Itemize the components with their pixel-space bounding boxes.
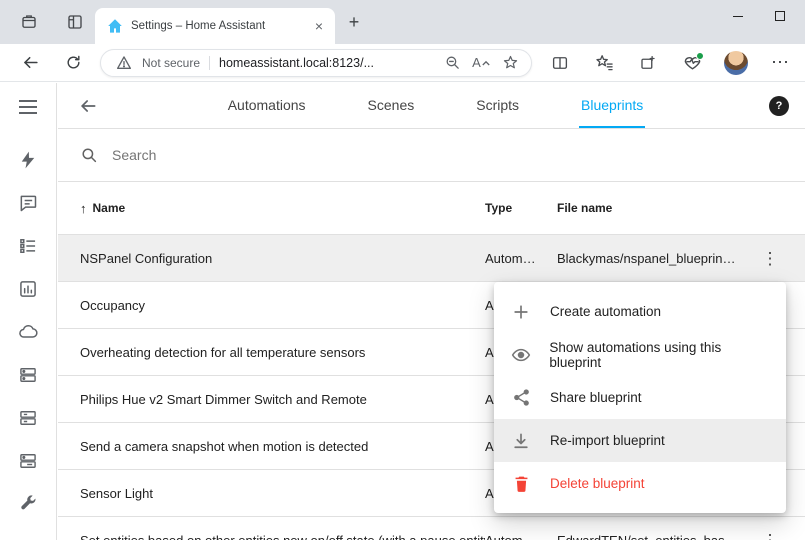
server-rack-icon-1[interactable] (16, 363, 40, 387)
home-assistant-page: Automations Scenes Scripts Blueprints ? … (0, 83, 805, 540)
tab-close-icon[interactable]: × (313, 18, 325, 34)
assist-icon[interactable] (16, 191, 40, 215)
history-chart-icon[interactable] (16, 277, 40, 301)
ha-tab-bar: Automations Scenes Scripts Blueprints (102, 83, 769, 128)
row-name: Philips Hue v2 Smart Dimmer Switch and R… (58, 392, 485, 407)
back-button[interactable] (14, 48, 46, 78)
menu-item-label: Share blueprint (550, 390, 642, 405)
cloud-icon[interactable] (16, 320, 40, 344)
favorites-icon[interactable] (582, 47, 626, 79)
sort-ascending-icon: ↑ (80, 201, 87, 216)
add-favorite-star-icon[interactable] (499, 52, 521, 74)
eye-icon (510, 344, 531, 366)
search-icon (80, 146, 98, 164)
profile-avatar[interactable] (714, 47, 758, 79)
navbar-right-icons: ⋯ (538, 47, 802, 79)
share-icon (510, 387, 532, 409)
plus-icon (510, 301, 532, 323)
row-name: Send a camera snapshot when motion is de… (58, 439, 485, 454)
row-file: Blackymas/nspanel_blueprin… (557, 251, 737, 266)
tab-automations[interactable]: Automations (226, 83, 308, 128)
menu-item-reimport-blueprint[interactable]: Re-import blueprint (494, 419, 786, 462)
blueprint-context-menu: Create automation Show automations using… (494, 282, 786, 513)
menu-item-label: Create automation (550, 304, 661, 319)
row-name: Set entities based on other entities new… (58, 533, 485, 540)
tab-scripts[interactable]: Scripts (474, 83, 521, 128)
browser-window: Settings – Home Assistant × + (0, 0, 805, 540)
split-screen-icon[interactable] (538, 47, 582, 79)
todo-list-icon[interactable] (16, 234, 40, 258)
row-overflow-menu-icon[interactable]: ⋮ (762, 532, 779, 540)
row-name: NSPanel Configuration (58, 251, 485, 266)
home-assistant-favicon (107, 18, 123, 34)
address-bar[interactable]: Not secure homeassistant.local:8123/... … (100, 49, 532, 77)
column-header-name[interactable]: ↑ Name (58, 201, 485, 216)
vertical-tabs-icon[interactable] (60, 7, 90, 37)
help-icon[interactable]: ? (769, 96, 789, 116)
workspaces-icon[interactable] (14, 7, 44, 37)
window-controls (717, 0, 801, 32)
browser-settings-menu-icon[interactable]: ⋯ (758, 47, 802, 79)
menu-item-label: Show automations using this blueprint (549, 340, 770, 370)
maximize-button[interactable] (759, 0, 801, 32)
menu-item-label: Delete blueprint (550, 476, 645, 491)
row-name: Occupancy (58, 298, 485, 313)
menu-item-label: Re-import blueprint (550, 433, 665, 448)
column-header-type[interactable]: Type (485, 201, 557, 215)
browser-navbar: Not secure homeassistant.local:8123/... … (0, 44, 805, 82)
table-header: ↑ Name Type File name (58, 182, 805, 235)
search-bar[interactable]: Search (58, 129, 805, 182)
read-aloud-icon[interactable]: A (470, 52, 492, 74)
tools-wrench-icon[interactable] (16, 492, 40, 516)
tab-title: Settings – Home Assistant (131, 20, 305, 32)
zoom-out-icon[interactable] (441, 52, 463, 74)
not-secure-warning-icon[interactable] (113, 52, 135, 74)
new-tab-button[interactable]: + (342, 10, 366, 34)
menu-item-share-blueprint[interactable]: Share blueprint (494, 376, 786, 419)
menu-item-create-automation[interactable]: Create automation (494, 290, 786, 333)
refresh-button[interactable] (57, 48, 89, 78)
trash-icon (510, 473, 532, 495)
essentials-green-badge (696, 52, 704, 60)
ha-appbar: Automations Scenes Scripts Blueprints ? (58, 83, 805, 129)
security-label[interactable]: Not secure (142, 56, 200, 70)
tab-blueprints[interactable]: Blueprints (579, 83, 645, 128)
address-divider (209, 56, 210, 70)
server-rack-icon-2[interactable] (16, 406, 40, 430)
row-file: EdwardTEN/set_entities_bas… (557, 533, 737, 540)
menu-item-delete-blueprint[interactable]: Delete blueprint (494, 462, 786, 505)
search-placeholder: Search (112, 147, 156, 163)
browser-essentials-icon[interactable] (670, 47, 714, 79)
ha-sidebar (0, 83, 57, 540)
table-row[interactable]: Set entities based on other entities new… (58, 517, 805, 540)
row-type: Autom… (485, 251, 557, 266)
ha-back-arrow-icon[interactable] (74, 92, 102, 120)
row-name: Overheating detection for all temperatur… (58, 345, 485, 360)
tab-scenes[interactable]: Scenes (366, 83, 417, 128)
column-header-file[interactable]: File name (557, 201, 737, 215)
row-type: Autom… (485, 533, 557, 540)
avatar-image (724, 51, 748, 75)
titlebar-left-icons (14, 7, 90, 37)
sidebar-menu-icon[interactable] (16, 95, 40, 119)
browser-titlebar: Settings – Home Assistant × + (0, 0, 805, 44)
row-overflow-menu-icon[interactable]: ⋮ (762, 250, 779, 267)
browser-tab[interactable]: Settings – Home Assistant × (95, 8, 335, 44)
table-row[interactable]: NSPanel Configuration Autom… Blackymas/n… (58, 235, 805, 282)
menu-item-show-automations[interactable]: Show automations using this blueprint (494, 333, 786, 376)
row-name: Sensor Light (58, 486, 485, 501)
collections-icon[interactable] (626, 47, 670, 79)
minimize-button[interactable] (717, 0, 759, 32)
server-rack-icon-3[interactable] (16, 449, 40, 473)
url-text[interactable]: homeassistant.local:8123/... (219, 56, 434, 70)
energy-icon[interactable] (16, 148, 40, 172)
import-download-icon (510, 430, 532, 452)
